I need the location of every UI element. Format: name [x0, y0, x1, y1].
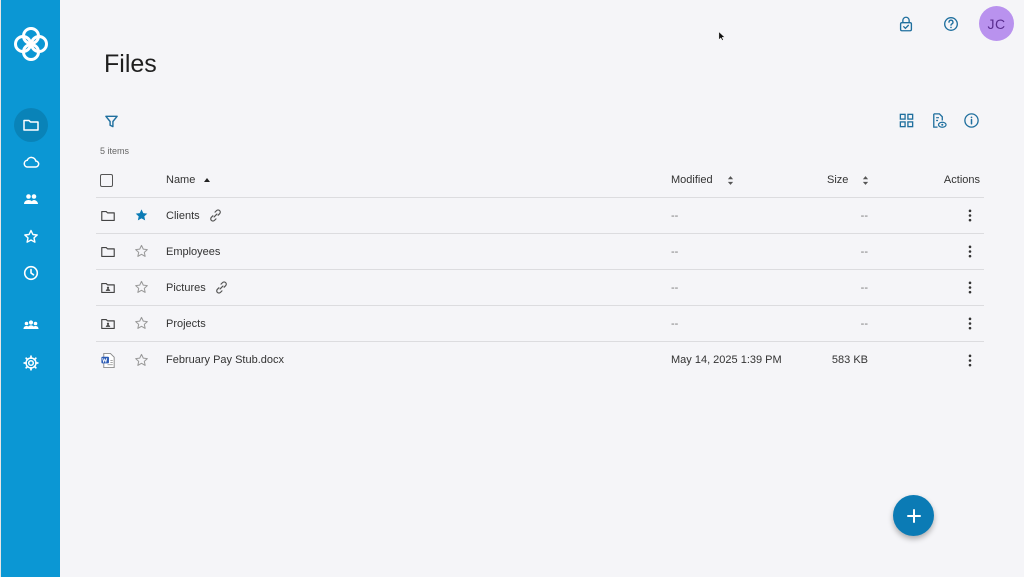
sort-ascending-icon — [203, 176, 211, 184]
modified-value: -- — [671, 209, 679, 222]
sidebar-item-files[interactable] — [14, 108, 48, 142]
file-name[interactable]: Projects — [166, 318, 206, 330]
modified-column-header[interactable]: Modified — [671, 163, 734, 197]
logo-icon — [14, 27, 48, 61]
link-icon[interactable] — [214, 280, 229, 295]
size-value: -- — [860, 317, 868, 330]
sidebar-item-recent[interactable] — [14, 256, 48, 290]
kebab-menu-icon — [968, 281, 972, 294]
user-avatar[interactable]: JC — [979, 6, 1014, 41]
star-outline-icon[interactable] — [134, 270, 149, 305]
size-header-label: Size — [827, 174, 849, 186]
link-icon[interactable] — [208, 208, 223, 223]
modified-value: -- — [671, 317, 679, 330]
grid-icon — [899, 113, 913, 127]
file-name[interactable]: Employees — [166, 246, 220, 258]
file-name[interactable]: Pictures — [166, 282, 206, 294]
more-actions-button[interactable] — [960, 306, 980, 341]
gear-icon — [23, 355, 39, 371]
cloud-icon — [23, 156, 40, 168]
sidebar-item-shared[interactable] — [14, 182, 48, 216]
clock-icon — [23, 265, 39, 281]
mouse-pointer-icon — [718, 29, 726, 47]
name-column-header[interactable]: Name — [166, 163, 211, 197]
folder-icon — [100, 198, 116, 233]
sidebar-item-favorites[interactable] — [14, 220, 48, 254]
size-column-header[interactable]: Size — [827, 163, 869, 197]
info-icon — [963, 112, 979, 128]
more-actions-button[interactable] — [960, 270, 980, 305]
star-filled-icon[interactable] — [134, 198, 149, 233]
modified-value: -- — [671, 245, 679, 258]
kebab-menu-icon — [968, 317, 972, 330]
star-outline-icon[interactable] — [134, 306, 149, 341]
folder-icon — [23, 119, 39, 131]
file-name[interactable]: February Pay Stub.docx — [166, 354, 284, 366]
users-icon — [24, 194, 38, 204]
kebab-menu-icon — [968, 354, 972, 366]
kebab-menu-icon — [968, 245, 972, 258]
add-new-button[interactable] — [893, 495, 934, 536]
modified-value: -- — [671, 281, 679, 294]
folder-icon — [100, 234, 116, 269]
more-actions-button[interactable] — [960, 234, 980, 269]
help-icon — [944, 17, 958, 31]
table-header: Name Modified Size Actions — [96, 163, 984, 198]
table-row[interactable]: Clients -- -- — [96, 198, 984, 234]
table-row[interactable]: Employees -- -- — [96, 234, 984, 270]
table-row[interactable]: February Pay Stub.docx May 14, 2025 1:39… — [96, 342, 984, 378]
file-table: Name Modified Size Actions Clients -- --… — [96, 163, 984, 378]
filter-icon — [104, 115, 118, 127]
select-all-checkbox[interactable] — [100, 173, 113, 187]
word-document-icon — [100, 342, 117, 378]
size-value: 583 KB — [831, 354, 868, 366]
page-title: Files — [104, 50, 157, 78]
star-icon — [24, 229, 38, 243]
sidebar-item-settings[interactable] — [14, 346, 48, 380]
help-button[interactable] — [939, 12, 963, 36]
sidebar-item-cloud[interactable] — [14, 145, 48, 179]
modified-value: May 14, 2025 1:39 PM — [671, 354, 782, 366]
modified-header-label: Modified — [671, 174, 713, 186]
group-icon — [23, 320, 39, 329]
more-actions-button[interactable] — [960, 198, 980, 233]
size-value: -- — [860, 209, 868, 222]
table-row[interactable]: Pictures -- -- — [96, 270, 984, 306]
name-header-label: Name — [166, 174, 196, 186]
shared-folder-icon — [100, 306, 116, 341]
actions-column-header: Actions — [943, 174, 980, 186]
info-button[interactable] — [959, 108, 983, 132]
item-count: 5 items — [100, 146, 130, 156]
file-name[interactable]: Clients — [166, 210, 200, 222]
select-all-cell — [100, 163, 113, 197]
sidebar — [0, 0, 60, 577]
kebab-menu-icon — [968, 209, 972, 222]
app-logo[interactable] — [12, 25, 50, 63]
lock-check-icon — [899, 16, 913, 32]
more-actions-button[interactable] — [960, 342, 980, 378]
filter-button[interactable] — [100, 110, 122, 132]
size-value: -- — [860, 281, 868, 294]
security-button[interactable] — [894, 12, 918, 36]
star-outline-icon[interactable] — [134, 234, 149, 269]
main-content: JC Files 5 items Name Modified Size Acti… — [60, 0, 1024, 577]
table-row[interactable]: Projects -- -- — [96, 306, 984, 342]
sidebar-item-groups[interactable] — [14, 308, 48, 342]
document-eye-icon — [932, 112, 947, 128]
grid-view-button[interactable] — [894, 108, 918, 132]
sort-unsorted-icon — [862, 175, 869, 186]
shared-folder-icon — [100, 270, 116, 305]
star-outline-icon[interactable] — [134, 342, 149, 378]
plus-icon — [906, 508, 921, 523]
preview-button[interactable] — [926, 108, 950, 132]
sort-unsorted-icon — [727, 175, 734, 186]
size-value: -- — [860, 245, 868, 258]
